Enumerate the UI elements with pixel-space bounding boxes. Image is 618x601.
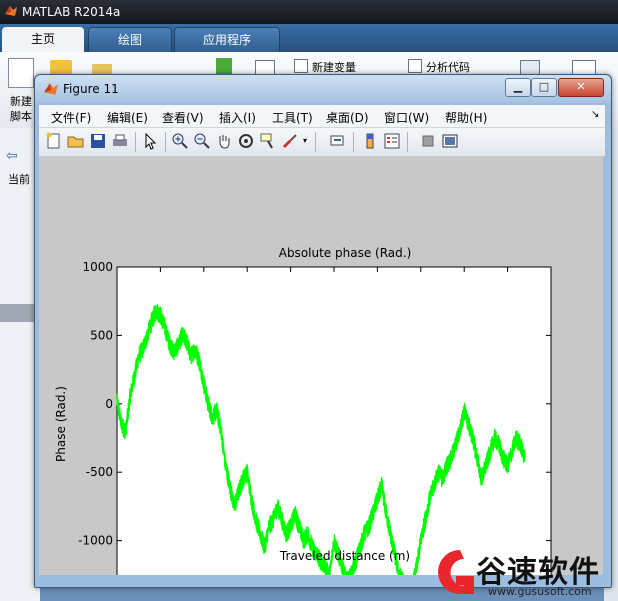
- new-script-label: 新建: [10, 95, 32, 108]
- show-plot-tools-icon[interactable]: [441, 132, 459, 150]
- figure-title-bar[interactable]: Figure 11 ▁ □ ✕: [35, 75, 611, 103]
- brush-icon[interactable]: [281, 132, 299, 150]
- y-tick-label: -500: [86, 465, 113, 479]
- matlab-logo-icon: [44, 83, 58, 95]
- y-tick-label: -1000: [78, 534, 113, 548]
- figure-window: Figure 11 ▁ □ ✕ 文件(F) 编辑(E) 查看(V) 插入(I) …: [34, 74, 612, 601]
- dock-arrow-icon[interactable]: ↘: [591, 109, 599, 120]
- x-axis-label: Traveled distance (m): [279, 549, 410, 563]
- maximize-icon: □: [538, 80, 550, 93]
- y-tick-label: 1000: [82, 260, 113, 274]
- menu-tools[interactable]: 工具(T): [272, 109, 313, 126]
- figure-menubar: 文件(F) 编辑(E) 查看(V) 插入(I) 工具(T) 桌面(D) 窗口(W…: [39, 105, 605, 128]
- close-button[interactable]: ✕: [558, 78, 604, 97]
- menu-window[interactable]: 窗口(W): [384, 109, 429, 126]
- menu-desktop[interactable]: 桌面(D): [326, 109, 369, 126]
- link-icon[interactable]: [329, 132, 347, 150]
- tab-apps[interactable]: 应用程序: [174, 27, 280, 54]
- menu-edit[interactable]: 编辑(E): [107, 109, 148, 126]
- pointer-icon[interactable]: [141, 132, 159, 150]
- new-variable-icon[interactable]: [294, 59, 308, 73]
- y-tick-label: 0: [105, 397, 113, 411]
- menu-file[interactable]: 文件(F): [51, 109, 91, 126]
- analyze-code-icon[interactable]: [408, 59, 422, 73]
- app-title: MATLAB R2014a: [22, 5, 121, 19]
- back-arrow-icon[interactable]: ⇦: [6, 148, 18, 164]
- plot-area[interactable]: [116, 266, 552, 601]
- zoom-out-icon[interactable]: [193, 132, 211, 150]
- script-label: 脚本: [10, 110, 32, 123]
- figure-title: Figure 11: [63, 82, 119, 96]
- pan-icon[interactable]: [215, 132, 233, 150]
- y-tick-label: 500: [90, 328, 113, 342]
- minimize-icon: ▁: [513, 80, 523, 93]
- close-icon: ✕: [576, 80, 586, 93]
- new-figure-icon[interactable]: [45, 132, 63, 150]
- save-icon[interactable]: [89, 132, 107, 150]
- rotate-icon[interactable]: [237, 132, 255, 150]
- brush-dropdown-icon[interactable]: ▾: [303, 136, 307, 145]
- data-cursor-icon[interactable]: [259, 132, 277, 150]
- legend-icon[interactable]: [383, 132, 401, 150]
- current-folder-label: 当前: [8, 173, 30, 186]
- print-icon[interactable]: [111, 132, 129, 150]
- ribbon-tab-strip: 主页 绘图 应用程序: [0, 24, 618, 54]
- maximize-button[interactable]: □: [531, 78, 557, 97]
- open-icon[interactable]: [67, 132, 85, 150]
- colorbar-icon[interactable]: [361, 132, 379, 150]
- figure-toolbar: ▾: [39, 128, 605, 157]
- chart-title: Absolute phase (Rad.): [279, 246, 412, 260]
- watermark-url: www.gususoft.com: [488, 585, 592, 598]
- zoom-in-icon[interactable]: [171, 132, 189, 150]
- y-axis-label: Phase (Rad.): [54, 386, 68, 462]
- new-script-icon[interactable]: [8, 58, 34, 88]
- tab-home[interactable]: 主页: [2, 27, 84, 52]
- tab-plots[interactable]: 绘图: [88, 27, 172, 54]
- analyze-code-button[interactable]: 分析代码: [426, 59, 470, 75]
- hide-plot-tools-icon[interactable]: [419, 132, 437, 150]
- phase-chart[interactable]: Absolute phase (Rad.) -1500-1000-5000500…: [39, 157, 603, 601]
- minimize-button[interactable]: ▁: [505, 78, 531, 97]
- new-variable-button[interactable]: 新建变量: [312, 59, 356, 75]
- menu-view[interactable]: 查看(V): [162, 109, 204, 126]
- matlab-logo-icon: [5, 6, 17, 16]
- matlab-title-bar: MATLAB R2014a: [0, 0, 618, 24]
- menu-help[interactable]: 帮助(H): [445, 109, 487, 126]
- menu-insert[interactable]: 插入(I): [219, 109, 256, 126]
- figure-canvas: Absolute phase (Rad.) -1500-1000-5000500…: [39, 157, 603, 601]
